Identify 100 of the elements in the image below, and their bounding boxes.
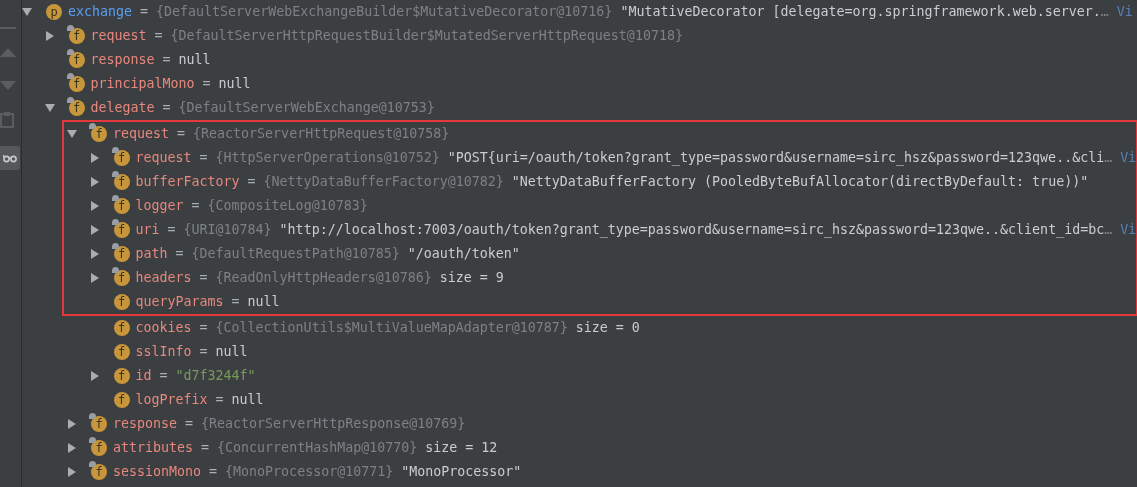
collapsed-arrow-icon[interactable] — [67, 467, 77, 477]
object-type: {ConcurrentHashMap@10770} — [217, 441, 418, 455]
variable-name: bufferFactory — [135, 175, 240, 189]
variable-value: "MutativeDecorator [delegate=org.springframework.web.server. — [620, 5, 1101, 19]
field-badge: f — [113, 246, 130, 262]
variable-value: size = 12 — [425, 441, 498, 455]
field-badge: f — [113, 392, 130, 408]
field-badge: f — [113, 368, 130, 384]
object-type: {ReactorServerHttpResponse@10769} — [201, 417, 466, 431]
object-type: {DefaultServerHttpRequestBuilder$MutatedServerHttpRequest@10718} — [170, 29, 683, 43]
ellipsis: … — [1104, 223, 1113, 237]
object-type: {DefaultServerWebExchangeBuilder$MutativeDecorator@10716} — [156, 5, 613, 19]
variable-name: exchange — [68, 5, 133, 19]
clipboard-icon[interactable] — [0, 112, 14, 128]
variable-value: size = 0 — [575, 321, 640, 335]
variable-value: null — [178, 53, 211, 67]
view-link[interactable]: Vi — [1120, 223, 1137, 237]
object-type: {CollectionUtils$MultiValueMapAdapter@10787} — [215, 321, 568, 335]
variable-name: sessionMono — [113, 465, 202, 479]
collapsed-arrow-icon[interactable] — [44, 31, 55, 41]
collapsed-arrow-icon[interactable] — [89, 177, 100, 187]
field-badge: f — [91, 126, 107, 142]
object-type: {NettyDataBufferFactory@10782} — [263, 175, 504, 189]
field-badge: f — [113, 270, 130, 286]
variable-value: null — [218, 77, 251, 91]
variable-name: attributes — [113, 441, 194, 455]
field-badge: f — [91, 464, 107, 480]
equals-sign: = — [191, 199, 200, 213]
variable-name: delegate — [90, 101, 155, 115]
collapsed-arrow-icon[interactable] — [89, 225, 100, 235]
equals-sign: = — [185, 417, 194, 431]
collapsed-arrow-icon[interactable] — [89, 273, 100, 283]
equals-sign: = — [159, 369, 168, 383]
field-badge: f — [113, 150, 130, 166]
equals-sign: = — [199, 345, 208, 359]
field-badge: f — [68, 28, 85, 44]
field-badge: f — [113, 320, 130, 336]
property-badge: p — [46, 4, 62, 20]
equals-sign: = — [231, 295, 240, 309]
collapsed-arrow-icon[interactable] — [89, 201, 100, 211]
variable-name: queryParams — [135, 295, 224, 309]
collapsed-arrow-icon[interactable] — [89, 371, 100, 381]
equals-sign: = — [175, 247, 184, 261]
collapsed-arrow-icon[interactable] — [67, 419, 77, 429]
glasses-button[interactable] — [0, 146, 20, 170]
equals-sign: = — [177, 127, 186, 141]
variable-name: id — [135, 369, 152, 383]
object-type: {MonoProcessor@10771} — [225, 465, 394, 479]
collapsed-arrow-icon[interactable] — [89, 153, 100, 163]
field-badge: f — [113, 294, 130, 310]
expanded-arrow-icon[interactable] — [22, 7, 32, 17]
equals-sign: = — [247, 175, 256, 189]
variable-name: sslInfo — [135, 345, 192, 359]
equals-sign: = — [199, 321, 208, 335]
object-type: {URI@10784} — [183, 223, 272, 237]
variable-name: principalMono — [90, 77, 195, 91]
variable-value: null — [231, 393, 264, 407]
equals-sign: = — [162, 101, 171, 115]
field-badge: f — [68, 100, 85, 116]
variable-value: "d7f3244f" — [175, 369, 256, 383]
field-badge: f — [113, 174, 130, 190]
equals-sign: = — [199, 271, 208, 285]
ellipsis: … — [1104, 151, 1113, 165]
equals-sign: = — [215, 393, 224, 407]
glasses-icon — [3, 153, 17, 163]
variable-name: cookies — [135, 321, 192, 335]
expanded-arrow-icon[interactable] — [44, 103, 55, 113]
object-type: {DefaultRequestPath@10785} — [191, 247, 400, 261]
equals-sign: = — [167, 223, 176, 237]
variable-value: null — [247, 295, 280, 309]
variable-name: uri — [135, 223, 160, 237]
equals-sign: = — [202, 77, 211, 91]
object-type: {ReadOnlyHttpHeaders@10786} — [215, 271, 432, 285]
object-type: {ReactorServerHttpRequest@10758} — [193, 127, 450, 141]
field-badge: f — [113, 222, 130, 238]
field-badge: f — [113, 198, 130, 214]
variable-name: logPrefix — [135, 393, 208, 407]
variable-value: size = 9 — [439, 271, 504, 285]
field-badge: f — [68, 76, 85, 92]
variable-value: "POST{uri=/oauth/token?grant_type=password&username=sirc_hsz&password=123qwe..&cli — [447, 151, 1105, 165]
variable-name: request — [90, 29, 147, 43]
field-badge: f — [91, 416, 107, 432]
variable-value: "MonoProcessor" — [401, 465, 522, 479]
object-type: {DefaultServerWebExchange@10753} — [178, 101, 435, 115]
collapsed-arrow-icon[interactable] — [89, 249, 100, 259]
equals-sign: = — [154, 29, 163, 43]
variable-name: request — [135, 151, 192, 165]
field-badge: f — [113, 344, 130, 360]
collapsed-arrow-icon[interactable] — [67, 443, 77, 453]
equals-sign: = — [140, 5, 149, 19]
expanded-arrow-icon[interactable] — [67, 129, 77, 139]
equals-sign: = — [201, 441, 210, 455]
object-type: {CompositeLog@10783} — [207, 199, 368, 213]
variable-value: "NettyDataBufferFactory (PooledByteBufAllocator(directByDefault: true))" — [511, 175, 1089, 189]
variable-name: logger — [135, 199, 184, 213]
view-link[interactable]: Vi — [1120, 151, 1137, 165]
view-link[interactable]: Vi — [1116, 5, 1133, 19]
variable-name: response — [113, 417, 178, 431]
variable-value: "http://localhost:7003/oauth/token?grant_type=password&username=sirc_hsz&password=123qwe..&client_id=bc — [279, 223, 1105, 237]
variable-value: null — [215, 345, 248, 359]
